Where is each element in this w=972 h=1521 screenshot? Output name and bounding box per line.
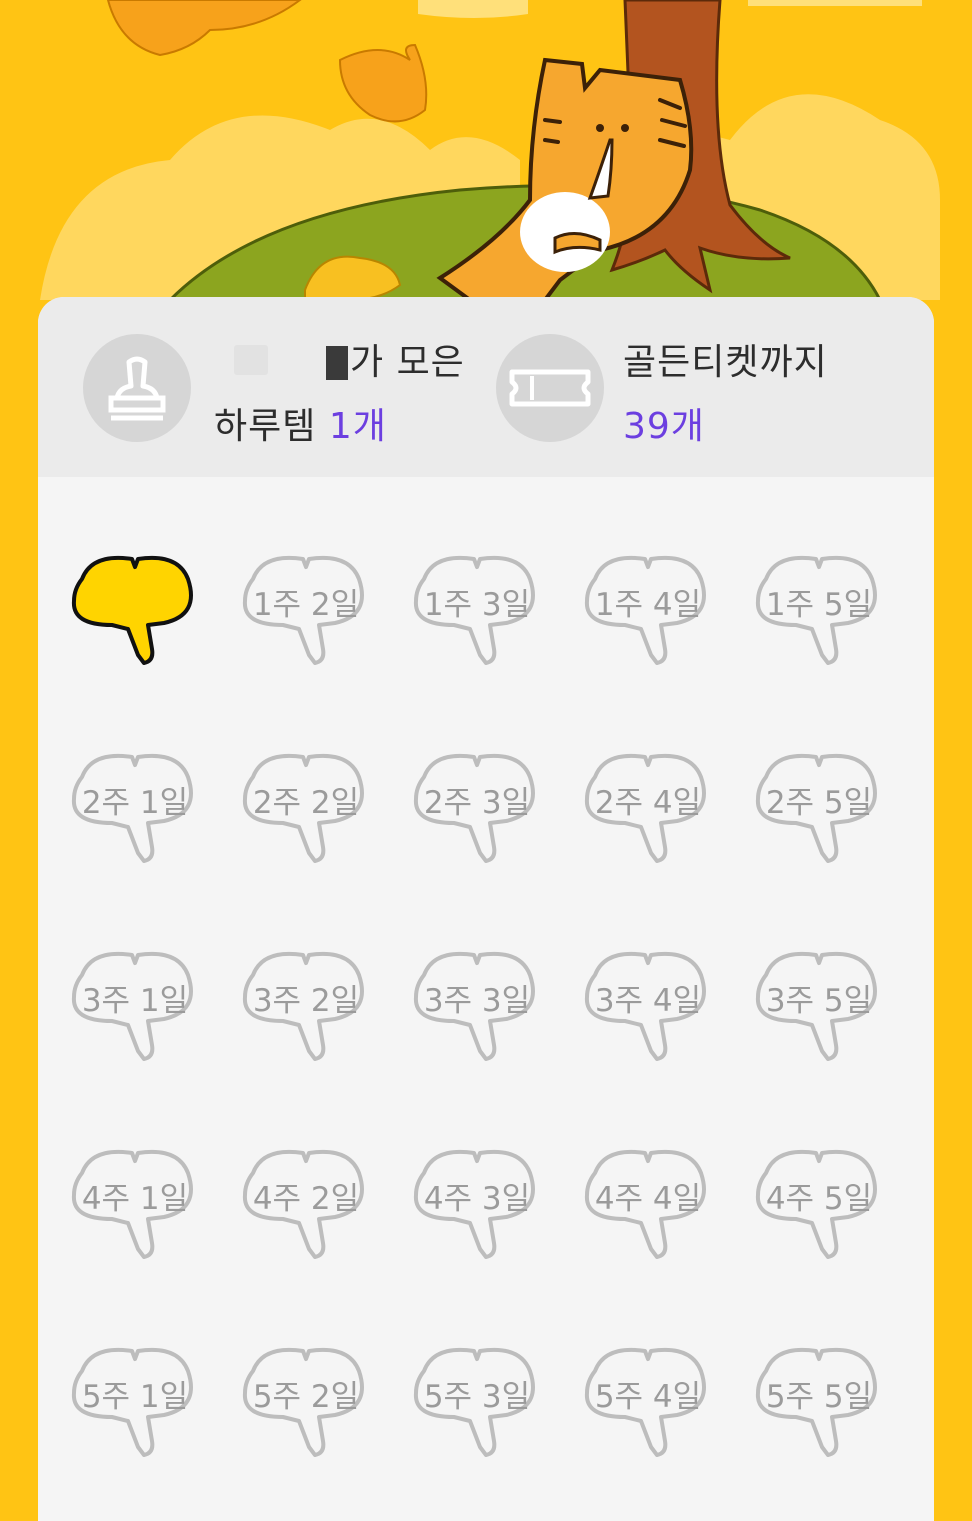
leaf-day-label: 3주 3일	[423, 983, 531, 1019]
leaf-day-label: 3주 1일	[81, 983, 189, 1019]
leaf-day-label: 4주 2일	[252, 1181, 360, 1217]
golden-ticket-label: 골든티켓까지	[623, 342, 828, 383]
leaf-stamp-slot[interactable]: 5주 3일	[404, 1337, 550, 1465]
leaf-day-label: 4주 1일	[81, 1181, 189, 1217]
leaf-day-label: 5주 5일	[765, 1379, 873, 1415]
leaf-stamp-slot[interactable]: 5주 4일	[575, 1337, 721, 1465]
leaf-day-label: 4주 5일	[765, 1181, 873, 1217]
leaf-day-label: 2주 1일	[81, 785, 189, 821]
leaf-stamp-slot[interactable]: 5주 1일	[62, 1337, 208, 1465]
golden-ticket-count: 39개	[623, 406, 705, 447]
leaf-stamp-slot[interactable]: 1주 2일	[233, 545, 379, 673]
leaf-day-label: 5주 1일	[81, 1379, 189, 1415]
stamp-page: 가 모은 하루템 1개 골든티켓까지 39개 1주 2일 1주 3일 1주 4일 1주…	[0, 0, 972, 1521]
leaf-stamp-slot[interactable]: 1주 4일	[575, 545, 721, 673]
leaf-stamp-slot[interactable]: 1주 3일	[404, 545, 550, 673]
leaf-stamp-slot[interactable]: 5주 5일	[746, 1337, 892, 1465]
username-redacted	[234, 345, 268, 375]
leaf-stamp-slot[interactable]: 4주 1일	[62, 1139, 208, 1267]
stamp-card: 가 모은 하루템 1개 골든티켓까지 39개 1주 2일 1주 3일 1주 4일 1주…	[38, 297, 934, 1521]
leaf-stamp-slot[interactable]: 2주 2일	[233, 743, 379, 871]
leaf-day-label: 1주 4일	[594, 587, 702, 623]
leaf-day-label: 4주 4일	[594, 1181, 702, 1217]
leaf-day-label: 3주 5일	[765, 983, 873, 1019]
leaf-stamp-slot[interactable]: 2주 4일	[575, 743, 721, 871]
leaf-stamp-slot[interactable]: 3주 1일	[62, 941, 208, 1069]
leaf-stamp-slot[interactable]: 4주 4일	[575, 1139, 721, 1267]
collector-line: 가 모은	[326, 333, 465, 385]
ticket-icon	[496, 334, 604, 442]
item-count-line: 하루템 1개	[214, 397, 387, 449]
leaf-day-label: 2주 3일	[423, 785, 531, 821]
leaf-day-label: 5주 4일	[594, 1379, 702, 1415]
item-label: 하루템	[214, 406, 317, 447]
leaf-stamp-slot[interactable]: 3주 3일	[404, 941, 550, 1069]
leaf-day-label: 3주 4일	[594, 983, 702, 1019]
leaf-stamp-slot[interactable]: 3주 4일	[575, 941, 721, 1069]
leaf-stamp-slot[interactable]: 4주 2일	[233, 1139, 379, 1267]
leaf-day-label: 2주 5일	[765, 785, 873, 821]
card-summary-header: 가 모은 하루템 1개 골든티켓까지 39개	[38, 297, 934, 477]
leaf-day-label: 3주 2일	[252, 983, 360, 1019]
ginkgo-leaf-icon	[71, 556, 193, 665]
item-count: 1개	[328, 406, 387, 447]
stamp-icon	[83, 334, 191, 442]
leaf-stamp-slot[interactable]: 1주 5일	[746, 545, 892, 673]
leaf-day-label: 1주 3일	[423, 587, 531, 623]
leaf-day-label: 5주 3일	[423, 1379, 531, 1415]
leaf-stamp-slot[interactable]: 2주 5일	[746, 743, 892, 871]
leaf-stamp-slot[interactable]: 4주 5일	[746, 1139, 892, 1267]
leaf-stamp-slot[interactable]: 3주 2일	[233, 941, 379, 1069]
leaf-day-label: 2주 2일	[252, 785, 360, 821]
leaf-stamp-slot[interactable]: 2주 1일	[62, 743, 208, 871]
leaf-day-label: 5주 2일	[252, 1379, 360, 1415]
leaf-stamp-slot[interactable]: 2주 3일	[404, 743, 550, 871]
leaf-stamp-slot[interactable]: 3주 5일	[746, 941, 892, 1069]
leaf-day-label: 1주 2일	[252, 587, 360, 623]
collector-suffix: 가 모은	[350, 342, 465, 383]
leaf-stamp-slot[interactable]: 5주 2일	[233, 1337, 379, 1465]
hero-illustration	[0, 0, 972, 300]
leaf-stamp-collected[interactable]	[62, 545, 208, 673]
username-mask	[326, 346, 348, 380]
leaf-day-label: 4주 3일	[423, 1181, 531, 1217]
leaf-day-label: 2주 4일	[594, 785, 702, 821]
leaf-stamp-slot[interactable]: 4주 3일	[404, 1139, 550, 1267]
leaf-day-label: 1주 5일	[765, 587, 873, 623]
